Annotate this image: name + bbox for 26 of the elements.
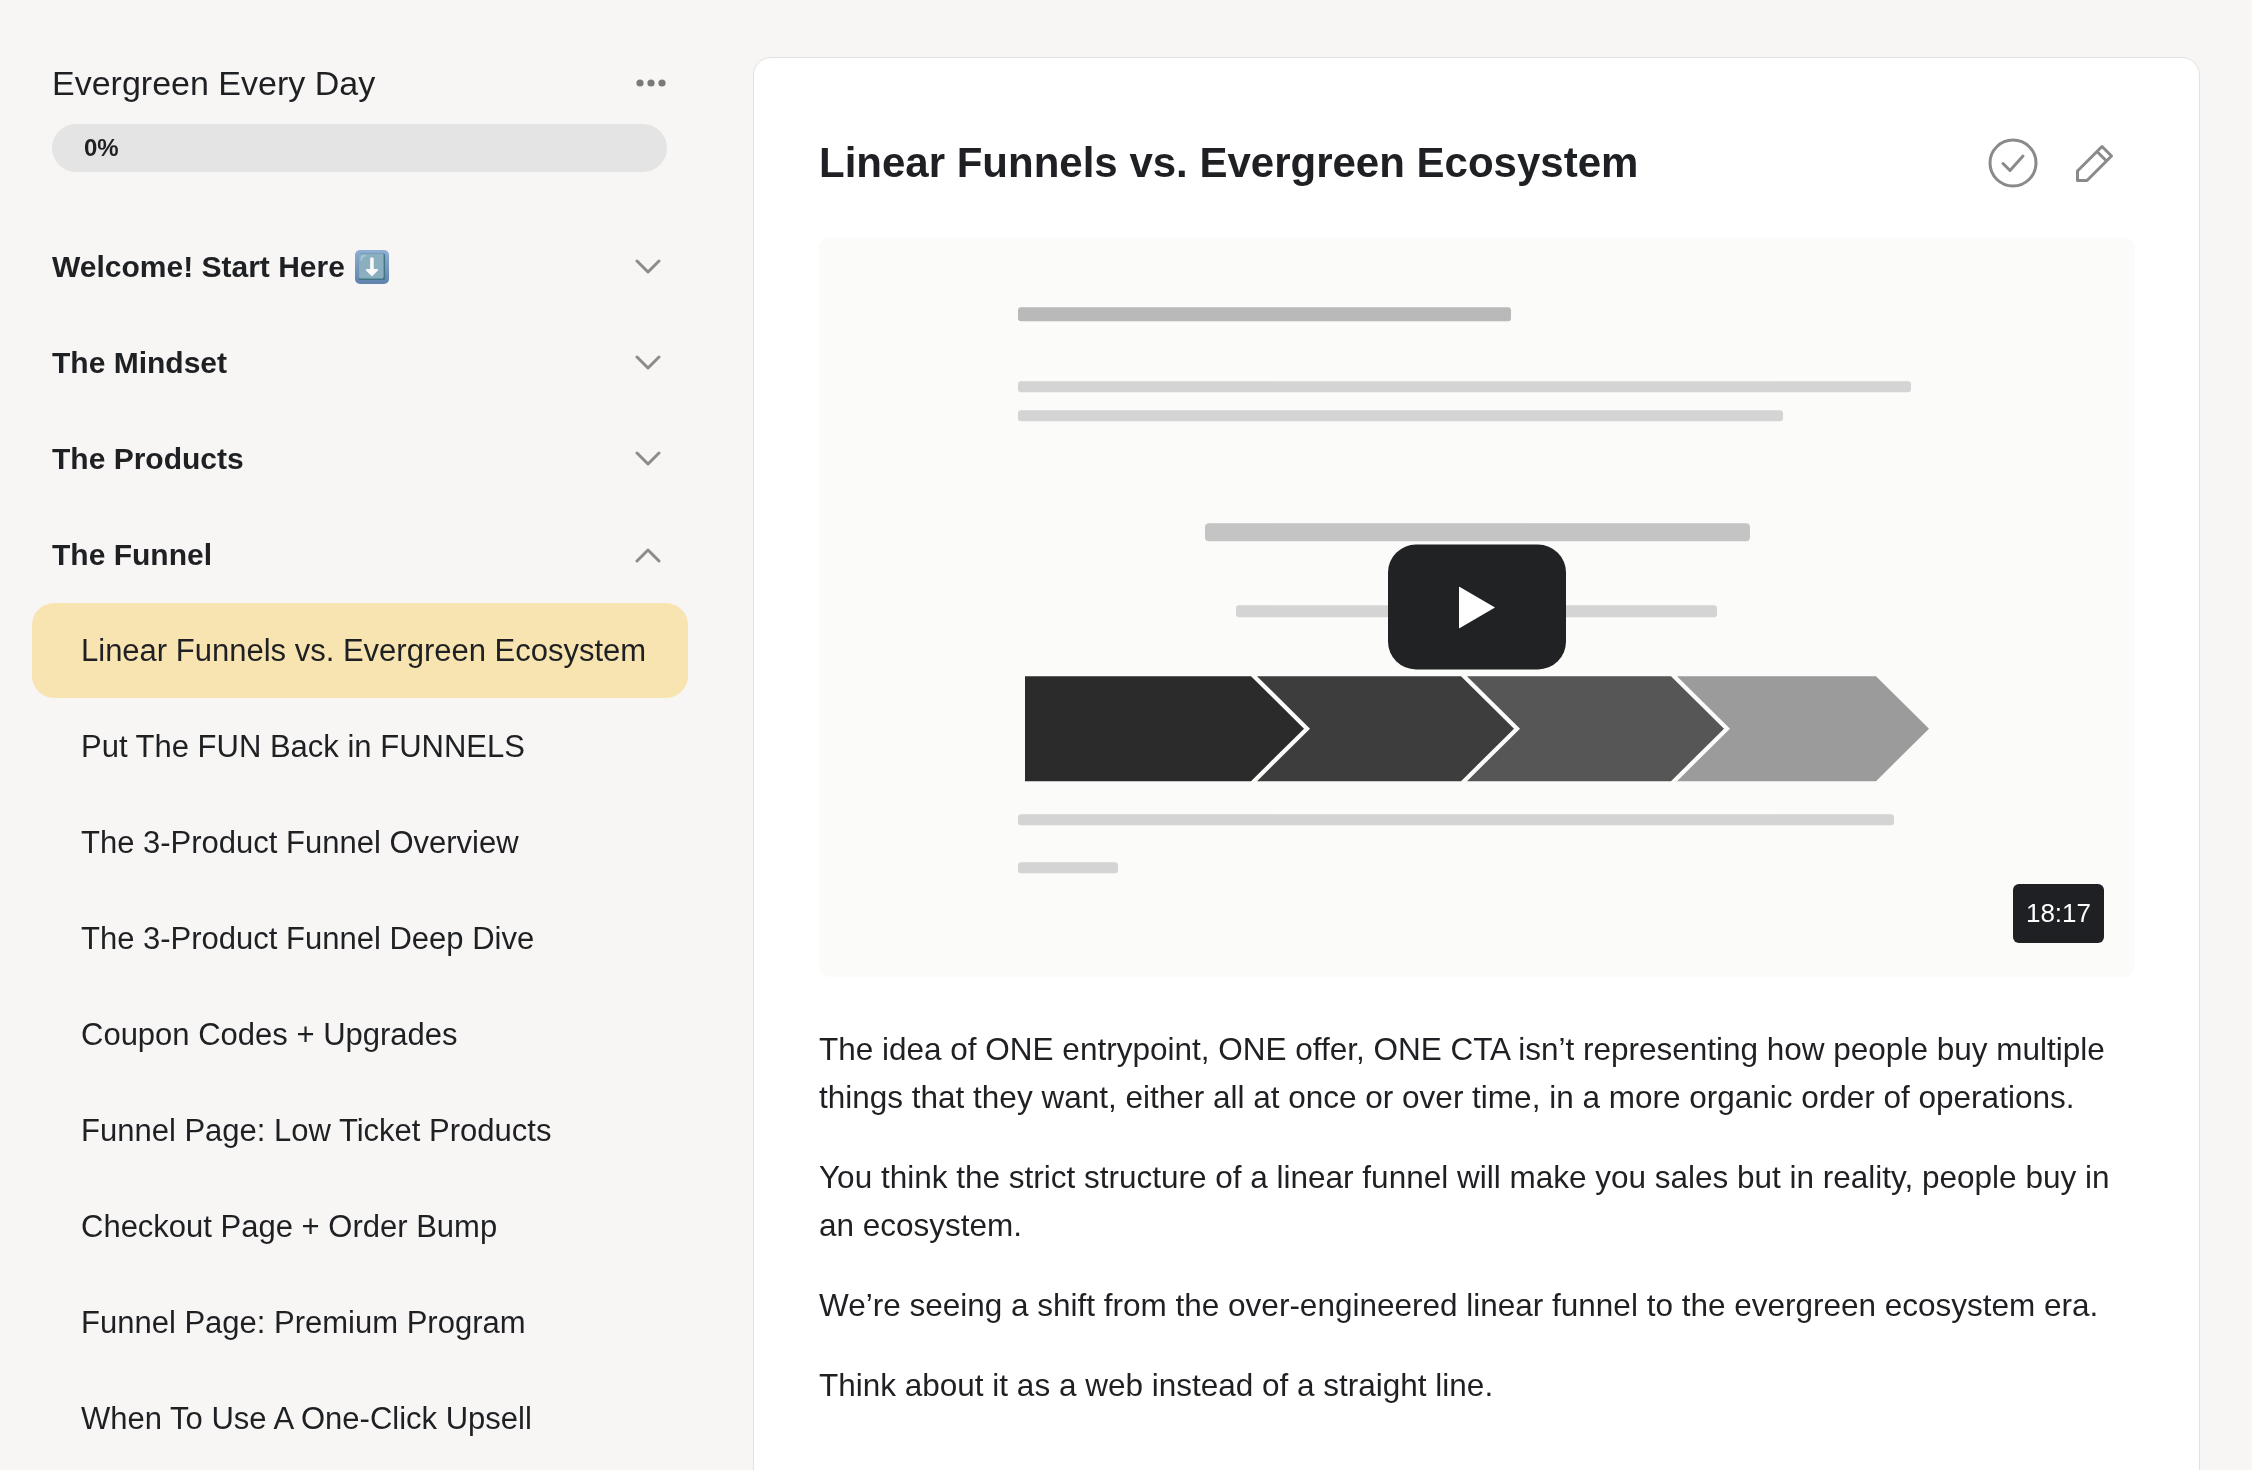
check-circle-icon[interactable] <box>1988 138 2038 188</box>
lesson-paragraph: You think the strict structure of a linear funnel will make you sales but in reality, people buy in an ecosystem. <box>819 1158 2111 1246</box>
lesson-item[interactable]: When To Use A One-Click Upsell <box>32 1371 688 1466</box>
lesson-item[interactable]: The 3-Product Funnel Deep Dive <box>32 891 688 986</box>
section-toggle[interactable]: The Products <box>32 411 688 507</box>
play-button[interactable] <box>1388 544 1566 670</box>
lesson-paragraph: We’re seeing a shift from the over-engineered linear funnel to the evergreen ecosystem era. <box>819 1286 2100 1326</box>
lesson-item[interactable]: The 3-Product Funnel Overview <box>32 795 688 890</box>
lesson-paragraph: Think about it as a web instead of a straight line. <box>819 1366 1495 1406</box>
lesson-item[interactable]: Coupon Codes + Upgrades <box>32 987 688 1082</box>
play-icon <box>1459 586 1495 629</box>
course-title: Evergreen Every Day <box>52 63 376 104</box>
lesson-item[interactable]: Put The FUN Back in FUNNELS <box>32 699 688 794</box>
lesson-paragraph: The idea of ONE entrypoint, ONE offer, ONE CTA isn’t representing how people buy multiple things that they want, either all at once or over time, in a more organic order of operations. <box>819 1030 2106 1118</box>
lesson-item[interactable]: Funnel Page: Premium Program <box>32 1275 688 1370</box>
lesson-item[interactable]: Funnel Page: Low Ticket Products <box>32 1083 688 1178</box>
section-toggle[interactable]: Welcome! Start Here ⬇ <box>32 219 688 315</box>
more-icon[interactable] <box>636 79 666 87</box>
pencil-icon[interactable] <box>2074 142 2116 184</box>
lesson-title: Linear Funnels vs. Evergreen Ecosystem <box>819 138 1639 188</box>
section-toggle[interactable]: The Mindset <box>32 315 688 411</box>
video-duration: 18:17 <box>2012 884 2104 944</box>
lesson-item[interactable]: Linear Funnels vs. Evergreen Ecosystem <box>32 603 688 698</box>
lesson-item[interactable]: Checkout Page + Order Bump <box>32 1179 688 1274</box>
progress-label: 0% <box>84 133 119 163</box>
section-toggle[interactable]: The Funnel <box>32 507 688 603</box>
